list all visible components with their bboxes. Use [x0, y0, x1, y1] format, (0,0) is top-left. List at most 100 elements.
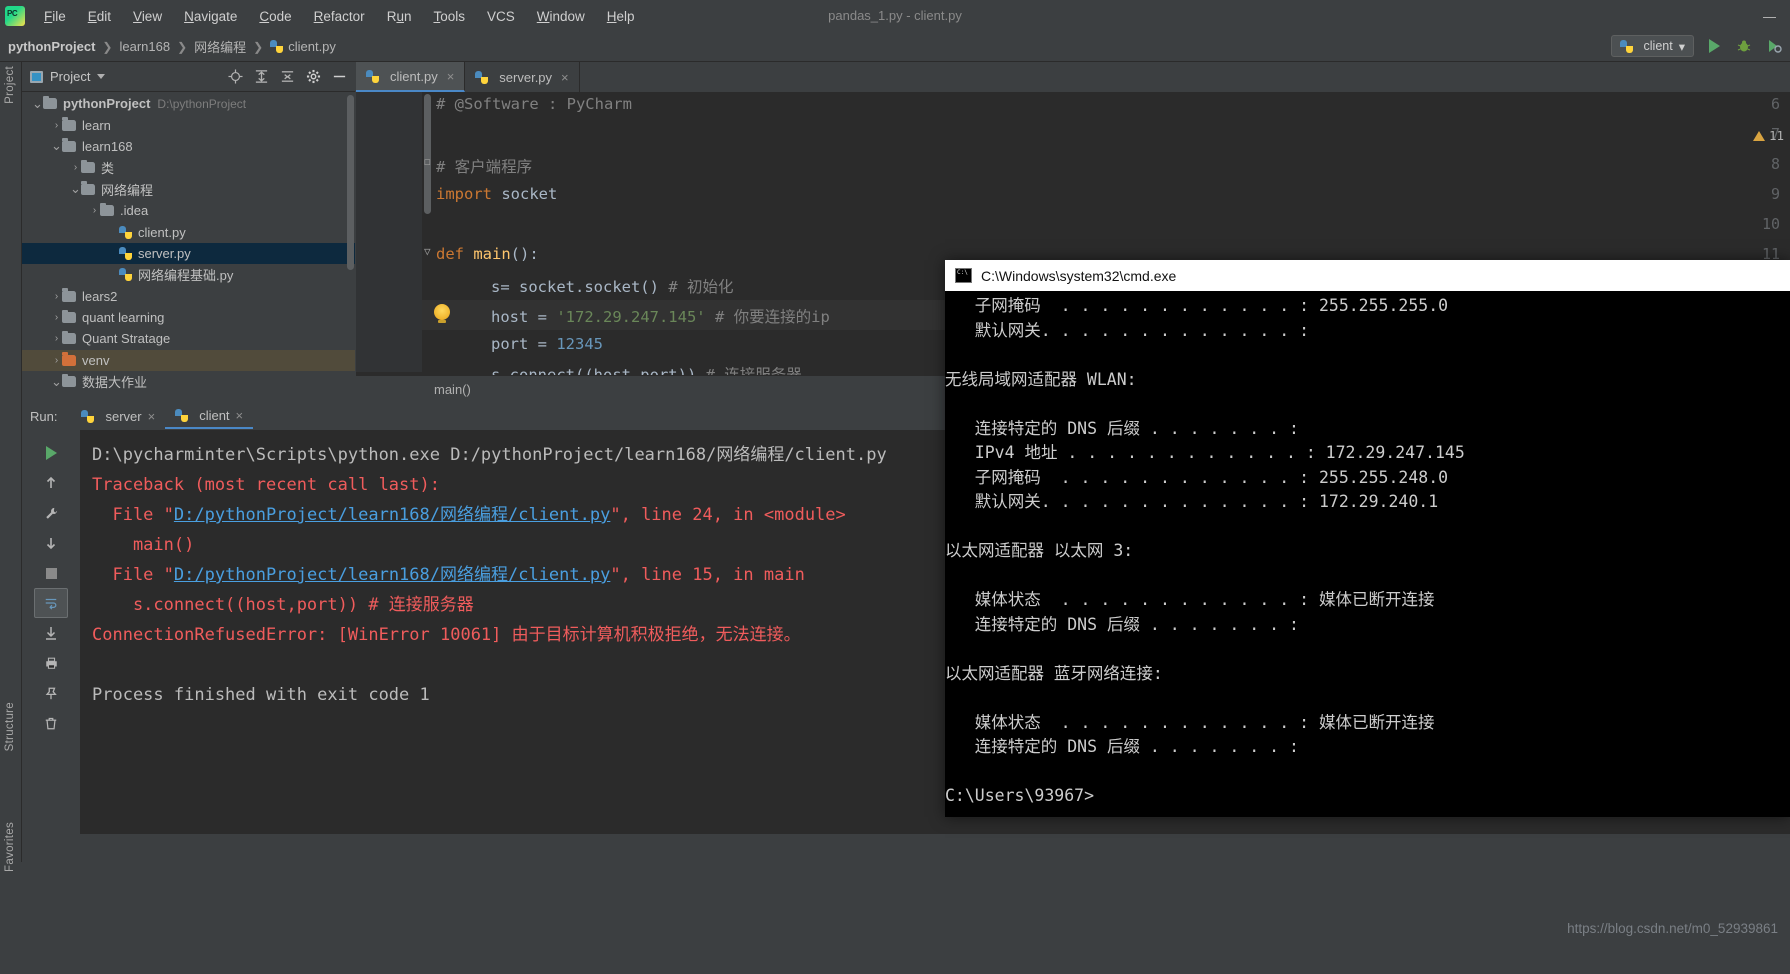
tree-item[interactable]: › venv [22, 349, 355, 372]
tree-item-label: quant learning [82, 310, 165, 326]
tree-item[interactable]: server.py [22, 242, 355, 265]
tool-window-button-structure[interactable]: Structure [4, 702, 16, 751]
cmd-output-line: C:\Users\93967> [945, 786, 1095, 805]
tree-item[interactable]: ⌄ 网络编程 [22, 179, 355, 200]
menu-tools[interactable]: Tools [422, 5, 476, 28]
scroll-down-button[interactable] [34, 528, 68, 558]
chevron-right-icon[interactable]: › [51, 312, 62, 323]
chevron-down-icon[interactable]: ⌄ [51, 139, 62, 152]
pycharm-logo-icon [5, 6, 25, 26]
chevron-right-icon[interactable]: › [51, 355, 62, 366]
close-icon[interactable]: × [447, 69, 455, 84]
tool-window-button-favorites[interactable]: Favorites [4, 822, 16, 872]
breadcrumb-network-folder[interactable]: 网络编程 [194, 37, 246, 56]
scroll-up-button[interactable] [34, 468, 68, 498]
breadcrumb-client-py[interactable]: client.py [270, 39, 336, 54]
rerun-button[interactable] [34, 438, 68, 468]
project-tree[interactable]: ⌄ pythonProject D:\pythonProject › learn ⌄ lea… [22, 93, 355, 403]
menu-navigate[interactable]: Navigate [173, 5, 248, 28]
tool-window-button-project[interactable]: Project [4, 66, 16, 104]
code-line-9: import socket [436, 185, 557, 203]
editor-vertical-scrollbar[interactable] [424, 94, 431, 214]
tab-client-py[interactable]: client.py × [356, 62, 466, 92]
pin-button[interactable] [34, 678, 68, 708]
chevron-right-icon[interactable]: › [51, 291, 62, 302]
tab-server-py[interactable]: server.py × [465, 62, 580, 92]
tree-item[interactable]: › 类 [22, 157, 355, 178]
fold-marker-icon[interactable]: ◻ [424, 155, 431, 168]
debug-button[interactable] [1734, 36, 1754, 56]
close-icon[interactable]: × [148, 409, 156, 424]
target-icon[interactable] [228, 69, 243, 84]
window-title: pandas_1.py - client.py [828, 8, 962, 23]
hide-panel-icon[interactable] [332, 69, 347, 84]
cmd-window[interactable]: C:\Windows\system32\cmd.exe 子网掩码 . . . .… [945, 260, 1790, 817]
project-panel-title[interactable]: Project [30, 69, 106, 84]
delete-button[interactable] [34, 708, 68, 738]
pycharm-window: FFileile Edit View Navigate Code Refacto… [0, 0, 1790, 974]
run-coverage-button[interactable] [1764, 36, 1784, 56]
tree-item[interactable]: 网络编程基础.py [22, 264, 355, 285]
menu-edit[interactable]: Edit [77, 5, 122, 28]
chevron-down-icon[interactable]: ⌄ [51, 375, 62, 388]
tree-item-label: 数据大作业 [82, 375, 148, 391]
folder-icon [62, 288, 76, 302]
left-tool-strip: Project Structure Favorites [0, 62, 22, 872]
collapse-all-icon[interactable] [280, 69, 295, 84]
python-config-icon [1619, 39, 1633, 53]
tree-item[interactable]: ⌄ 数据大作业 [22, 371, 355, 392]
tree-item[interactable]: ⌄ learn168 [22, 136, 355, 157]
run-tab-client[interactable]: client × [165, 403, 254, 429]
print-button[interactable] [34, 648, 68, 678]
cmd-title-bar[interactable]: C:\Windows\system32\cmd.exe [945, 260, 1790, 291]
chevron-right-icon[interactable]: › [51, 333, 62, 344]
expand-all-icon[interactable] [254, 69, 269, 84]
tree-item[interactable]: client.py [22, 221, 355, 242]
run-tab-server[interactable]: server × [71, 403, 165, 429]
chevron-right-icon[interactable]: › [70, 162, 81, 173]
run-configuration-selector[interactable]: client ▾ [1610, 35, 1694, 57]
tree-item[interactable]: › .idea [22, 200, 355, 221]
inspection-status-widget[interactable]: 11 [1752, 128, 1784, 143]
menu-help[interactable]: Help [596, 5, 646, 28]
gear-icon[interactable] [306, 69, 321, 84]
menu-window[interactable]: Window [526, 5, 596, 28]
tree-item[interactable]: › Quant Stratage [22, 328, 355, 349]
menu-code[interactable]: Code [248, 5, 302, 28]
menu-vcs[interactable]: VCS [476, 5, 526, 28]
editor-breadcrumb-main[interactable]: main() [434, 382, 471, 397]
folder-icon [62, 309, 76, 324]
tree-item[interactable]: › lears2 [22, 286, 355, 307]
close-icon[interactable]: × [236, 408, 244, 423]
cmd-console-output[interactable]: 子网掩码 . . . . . . . . . . . . : 255.255.2… [945, 291, 1790, 817]
python-file-icon [270, 40, 284, 53]
breadcrumb-pythonProject[interactable]: pythonProject [8, 39, 95, 54]
tree-item-label: pythonProject [63, 96, 151, 112]
intention-bulb-icon[interactable] [434, 304, 450, 323]
menu-file[interactable]: FFileile [33, 5, 77, 28]
menu-refactor[interactable]: Refactor [303, 5, 376, 28]
project-tree-scrollbar[interactable] [347, 95, 354, 270]
soft-wrap-button[interactable] [34, 588, 68, 618]
close-icon[interactable]: × [561, 70, 569, 85]
tree-item[interactable]: › learn [22, 114, 355, 135]
menu-run[interactable]: Run [376, 5, 423, 28]
minimize-button[interactable]: — [1763, 9, 1776, 24]
chevron-down-icon[interactable]: ⌄ [70, 182, 81, 195]
menu-view[interactable]: View [122, 5, 173, 28]
tree-item[interactable]: ⌄ pythonProject D:\pythonProject [22, 93, 355, 114]
traceback-file-link[interactable]: D:/pythonProject/learn168/网络编程/client.py [174, 565, 610, 585]
traceback-file-link[interactable]: D:/pythonProject/learn168/网络编程/client.py [174, 505, 610, 525]
scroll-to-end-button[interactable] [34, 618, 68, 648]
chevron-right-icon[interactable]: › [51, 120, 62, 131]
stop-button[interactable] [34, 558, 68, 588]
settings-button[interactable] [34, 498, 68, 528]
breadcrumb-learn168[interactable]: learn168 [119, 39, 170, 54]
chevron-right-icon[interactable]: › [89, 205, 100, 216]
chevron-down-icon[interactable]: ⌄ [32, 97, 43, 110]
tree-item[interactable]: › quant learning [22, 307, 355, 328]
run-button[interactable] [1704, 36, 1724, 56]
fold-marker-icon[interactable]: ▽ [424, 245, 431, 258]
string-literal: '172.29.247.145' [556, 308, 706, 326]
python-file-icon [119, 246, 132, 260]
